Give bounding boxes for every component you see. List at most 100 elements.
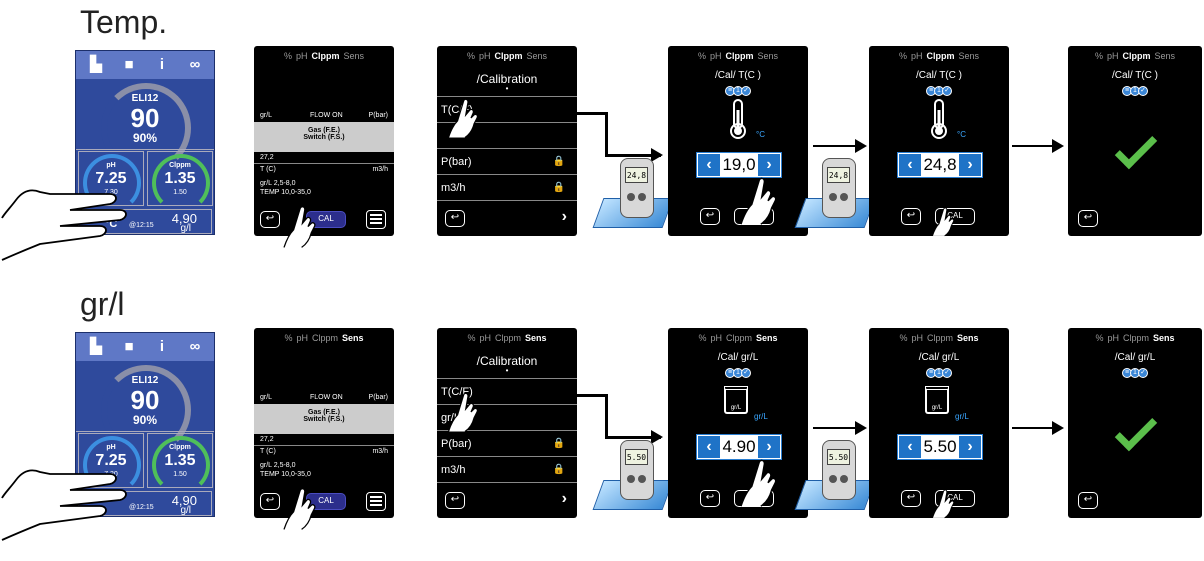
tester-device: 5.50 — [794, 440, 876, 515]
tab-3[interactable]: Sens — [758, 51, 779, 61]
menu-item-2[interactable]: P(bar) — [441, 156, 472, 168]
info-icon[interactable]: i — [154, 57, 170, 73]
device-body: 5.50 — [620, 440, 654, 500]
cal-title: /Cal/ T(C ) — [1112, 70, 1158, 81]
unit-label: °C — [957, 130, 966, 139]
tab-1[interactable]: pH — [911, 51, 923, 61]
tab-1[interactable]: pH — [1107, 51, 1119, 61]
tab-1[interactable]: pH — [710, 333, 722, 343]
next-arrow-icon[interactable]: › — [562, 208, 567, 226]
decrease-arrow-icon[interactable]: ‹ — [899, 436, 921, 458]
pbar-label: P(bar) — [368, 112, 388, 119]
flow-arrow — [813, 139, 867, 153]
decrease-arrow-icon[interactable]: ‹ — [698, 154, 720, 176]
tab-bar: % pH Clppm Sens — [668, 51, 808, 61]
divider — [437, 482, 577, 483]
back-button[interactable]: ↩ — [445, 492, 465, 509]
tab-1[interactable]: pH — [479, 333, 491, 343]
connector-arrow — [577, 394, 607, 397]
tab-1[interactable]: pH — [911, 333, 923, 343]
thermometer-icon — [931, 99, 947, 139]
tab-bar: % pH Clppm Sens — [1068, 51, 1202, 61]
value-stepper[interactable]: ‹ 5.50 › — [897, 434, 983, 460]
back-button[interactable]: ↩ — [1078, 210, 1098, 227]
tab-0[interactable]: % — [467, 51, 475, 61]
back-button[interactable]: ↩ — [1078, 492, 1098, 509]
tab-1[interactable]: pH — [296, 51, 308, 61]
tab-0[interactable]: % — [698, 51, 706, 61]
divider — [76, 431, 214, 432]
menu-button[interactable] — [366, 492, 386, 511]
link-icon[interactable]: ∞ — [187, 339, 203, 355]
tab-0[interactable]: % — [284, 333, 292, 343]
back-button[interactable]: ↩ — [700, 208, 720, 225]
menu-item-2[interactable]: P(bar) — [441, 438, 472, 450]
connector-arrow — [577, 112, 607, 115]
menu-item-3[interactable]: m3/h — [441, 182, 465, 194]
tab-2[interactable]: Clppm — [927, 51, 955, 61]
square-icon[interactable]: ■ — [121, 339, 137, 355]
calibration-done-screen: % pH Clppm Sens/Cal/ gr/L ≡ 1 ✓ ↩ — [1068, 328, 1202, 518]
decrease-arrow-icon[interactable]: ‹ — [698, 436, 720, 458]
tab-2[interactable]: Clppm — [1123, 333, 1149, 343]
increase-arrow-icon[interactable]: › — [959, 436, 981, 458]
tab-0[interactable]: % — [1095, 51, 1103, 61]
increase-arrow-icon[interactable]: › — [959, 154, 981, 176]
tab-3[interactable]: Sens — [342, 333, 364, 343]
tab-2[interactable]: Clppm — [495, 51, 523, 61]
tab-3[interactable]: Sens — [756, 333, 778, 343]
next-arrow-icon[interactable]: › — [562, 490, 567, 508]
device-button — [840, 475, 848, 483]
tab-1[interactable]: pH — [479, 51, 491, 61]
device-button — [627, 475, 635, 483]
tab-3[interactable]: Sens — [525, 333, 547, 343]
home-icon[interactable]: ▙ — [88, 339, 104, 355]
tab-2[interactable]: Clppm — [726, 333, 752, 343]
home-icon[interactable]: ▙ — [88, 57, 104, 73]
tab-2[interactable]: Clppm — [927, 333, 953, 343]
main-value: 90 — [130, 103, 160, 133]
tab-3[interactable]: Sens — [527, 51, 548, 61]
value-stepper[interactable]: ‹ 24,8 › — [897, 152, 983, 178]
tab-3[interactable]: Sens — [959, 51, 980, 61]
tab-0[interactable]: % — [1095, 333, 1103, 343]
tab-2[interactable]: Clppm — [1123, 51, 1151, 61]
calibration-menu-screen: % pH Clppm Sens/Calibration • T(C/F) P(bar) 🔒 m3… — [437, 46, 577, 236]
square-icon[interactable]: ■ — [121, 57, 137, 73]
back-button[interactable]: ↩ — [901, 490, 921, 507]
back-button[interactable]: ↩ — [445, 210, 465, 227]
link-icon[interactable]: ∞ — [187, 57, 203, 73]
tab-0[interactable]: % — [284, 51, 292, 61]
tab-0[interactable]: % — [899, 333, 907, 343]
back-button[interactable]: ↩ — [700, 490, 720, 507]
device-body: 5.50 — [822, 440, 856, 500]
tab-3[interactable]: Sens — [344, 51, 365, 61]
gas-switch-box: Gas (F.E.) Switch (F.S.) — [254, 404, 394, 434]
tab-1[interactable]: pH — [296, 333, 308, 343]
tab-bar: % pH Clppm Sens — [668, 333, 808, 343]
tab-2[interactable]: Clppm — [726, 51, 754, 61]
tab-1[interactable]: pH — [1107, 333, 1119, 343]
decrease-arrow-icon[interactable]: ‹ — [899, 154, 921, 176]
grl-label: gr/L — [260, 394, 273, 401]
tab-0[interactable]: % — [467, 333, 475, 343]
tab-2[interactable]: Clppm — [312, 51, 340, 61]
pbar-label: P(bar) — [368, 394, 388, 401]
divider — [437, 174, 577, 175]
device-screen: 24,8 — [827, 167, 850, 183]
tab-2[interactable]: Clppm — [312, 333, 338, 343]
info-icon[interactable]: i — [154, 339, 170, 355]
dashboard-toolbar: ▙ ■ i ∞ — [76, 333, 214, 361]
menu-button[interactable] — [366, 210, 386, 229]
tab-2[interactable]: Clppm — [495, 333, 521, 343]
reading-value: 27,2 — [260, 436, 274, 443]
tab-0[interactable]: % — [899, 51, 907, 61]
tab-3[interactable]: Sens — [1155, 51, 1176, 61]
title-bullet: • — [505, 84, 509, 93]
tab-1[interactable]: pH — [710, 51, 722, 61]
tab-3[interactable]: Sens — [957, 333, 979, 343]
menu-item-3[interactable]: m3/h — [441, 464, 465, 476]
tab-0[interactable]: % — [698, 333, 706, 343]
back-button[interactable]: ↩ — [901, 208, 921, 225]
tab-3[interactable]: Sens — [1153, 333, 1175, 343]
